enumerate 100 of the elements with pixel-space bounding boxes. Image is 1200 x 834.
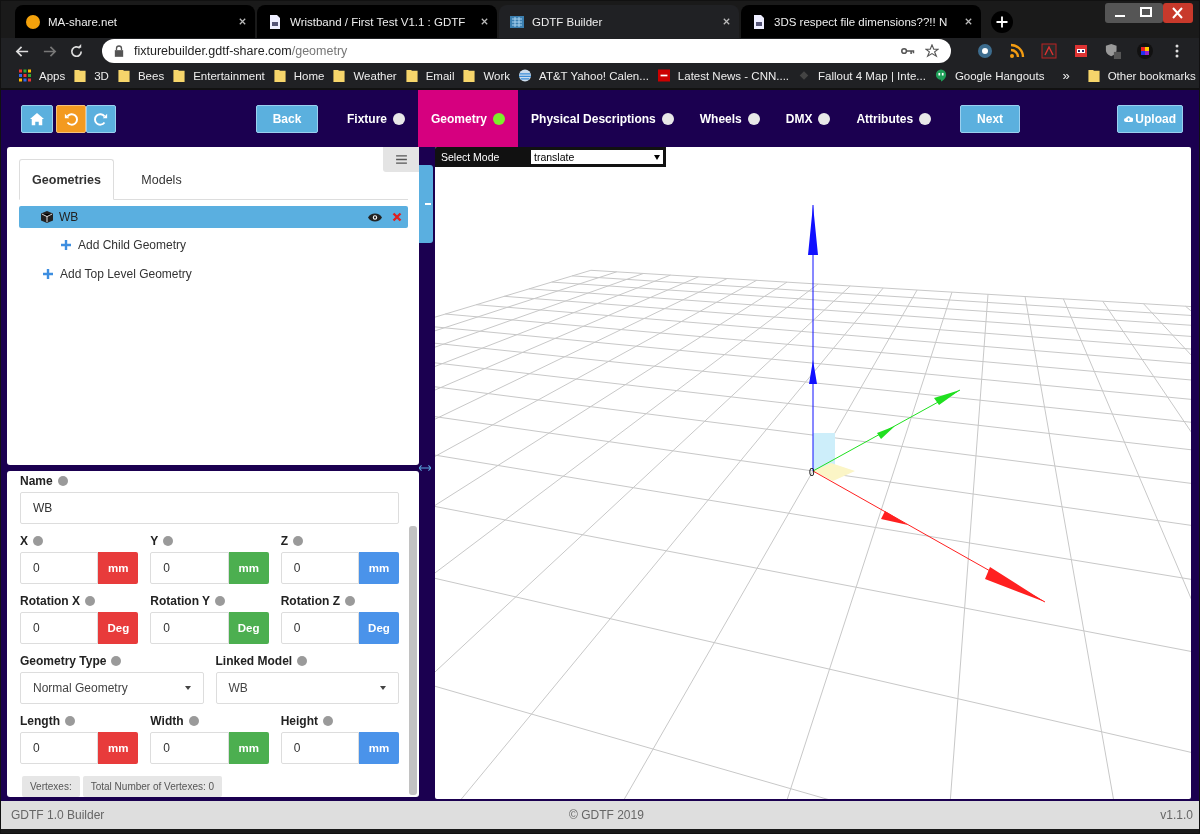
browser-tab[interactable]: 3DS respect file dimensions??!! N — [741, 5, 981, 39]
chat-bubble-icon — [934, 69, 947, 83]
document-icon — [267, 13, 283, 30]
menu-icon — [395, 155, 407, 164]
vertex-label: Vertexes: — [22, 776, 80, 797]
number-field[interactable]: 0 — [20, 552, 99, 584]
menu-button[interactable] — [383, 147, 419, 172]
field-label: Geometry Type — [20, 654, 107, 668]
unit-label: mm — [98, 552, 139, 584]
info-icon — [111, 656, 122, 666]
star-icon[interactable] — [925, 44, 939, 59]
bookmark[interactable]: Work — [463, 69, 511, 83]
status-dot — [493, 112, 506, 125]
profile-avatar-icon[interactable] — [1137, 43, 1153, 60]
tree-item[interactable]: WB — [19, 206, 408, 228]
add-top-level-link[interactable]: Add Top Level Geometry — [19, 264, 408, 284]
field-label: Z — [280, 534, 288, 548]
unit-label: Deg — [228, 612, 269, 644]
origin-label: 0 — [809, 467, 815, 478]
caret-icon — [380, 686, 386, 690]
folder-icon — [273, 69, 286, 83]
panel-tab[interactable]: Models — [114, 159, 209, 200]
bookmark[interactable]: Home — [273, 69, 325, 83]
new-tab-icon[interactable] — [991, 11, 1013, 34]
undo-button[interactable] — [56, 104, 86, 133]
number-field[interactable]: 0 — [150, 612, 229, 644]
step-tab[interactable]: DMX — [772, 90, 844, 147]
number-field[interactable]: 0 — [280, 552, 359, 584]
unit-label: mm — [359, 552, 399, 584]
news-logo-icon — [657, 69, 670, 83]
resize-handle-icon[interactable] — [419, 465, 431, 471]
rss-icon[interactable] — [1009, 43, 1025, 60]
number-field[interactable]: 0 — [280, 612, 359, 644]
pdf-extension-icon[interactable] — [1041, 43, 1057, 60]
address-bar[interactable]: fixturebuilder.gdtf-share.com/geometry — [102, 39, 951, 64]
bookmark[interactable]: Bees — [117, 69, 165, 83]
add-child-link[interactable]: Add Child Geometry — [19, 235, 408, 255]
close-icon[interactable] — [238, 17, 247, 27]
reload-icon[interactable] — [69, 43, 84, 59]
step-tab[interactable]: Attributes — [843, 90, 945, 147]
plus-icon — [43, 269, 53, 279]
bookmark[interactable]: Fallout 4 Map | Inte... — [798, 69, 926, 83]
bookmark[interactable]: Google Hangouts — [934, 69, 1045, 83]
grid-logo-icon — [509, 13, 525, 30]
bookmark[interactable]: Latest News - CNN.... — [657, 69, 790, 83]
number-field[interactable]: 0 — [280, 732, 359, 764]
info-icon — [188, 716, 199, 726]
close-icon[interactable] — [480, 17, 489, 27]
folder-icon — [405, 69, 418, 83]
close-icon[interactable] — [964, 17, 973, 27]
pixel-character-icon[interactable] — [1073, 43, 1089, 60]
viewport-canvas[interactable]: Select Mode translate 0 — [435, 147, 1191, 799]
document-icon — [751, 13, 767, 30]
bookmark[interactable]: 3D — [74, 69, 109, 83]
browser-tab[interactable]: GDTF Builder — [499, 5, 739, 39]
number-field[interactable]: 0 — [150, 732, 229, 764]
status-dot — [818, 112, 831, 125]
close-icon[interactable] — [722, 17, 731, 27]
eye-icon[interactable] — [368, 212, 382, 222]
window-controls-drawing[interactable] — [1105, 3, 1193, 23]
shield-extension-icon[interactable] — [977, 43, 993, 60]
status-dot — [747, 112, 760, 125]
browser-tab[interactable]: MA-share.net — [15, 5, 255, 39]
step-tab[interactable]: Wheels — [686, 90, 773, 147]
bookmark[interactable]: Weather — [333, 69, 397, 83]
dropdown[interactable]: Normal Geometry — [20, 672, 204, 704]
bookmark[interactable]: Entertainment — [173, 69, 265, 83]
info-icon — [163, 536, 174, 546]
mode-dropdown[interactable]: translate — [531, 150, 663, 164]
bookmark[interactable]: Other bookmarks — [1087, 69, 1196, 83]
unit-label: Deg — [98, 612, 139, 644]
bookmark[interactable]: Email — [405, 69, 455, 83]
info-icon — [297, 656, 308, 666]
app-name: GDTF 1.0 Builder — [11, 808, 106, 822]
bookmark[interactable]: Apps — [19, 69, 66, 83]
panel-tab[interactable]: Geometries — [19, 159, 114, 200]
scrollbar[interactable] — [409, 526, 417, 795]
info-icon — [57, 476, 68, 486]
step-tab[interactable]: Fixture — [334, 90, 418, 147]
number-field[interactable]: 0 — [20, 612, 99, 644]
copyright-text: © GDTF 2019 — [569, 808, 645, 822]
step-tab[interactable]: Geometry — [418, 90, 519, 147]
unit-label: mm — [228, 552, 269, 584]
dropdown[interactable]: WB — [215, 672, 399, 704]
step-tab[interactable]: Physical Descriptions — [518, 90, 687, 147]
name-field[interactable]: WB — [20, 492, 399, 524]
status-dot — [393, 112, 405, 125]
number-field[interactable]: 0 — [20, 732, 99, 764]
undo-icon — [64, 111, 78, 126]
field-label: Rotation Z — [280, 594, 340, 608]
redo-button[interactable] — [86, 104, 116, 133]
shield-badge-icon[interactable] — [1105, 43, 1121, 60]
info-icon — [215, 596, 226, 606]
home-button[interactable] — [21, 104, 53, 133]
number-field[interactable]: 0 — [150, 552, 229, 584]
more-bookmarks-chevron[interactable]: » — [1062, 68, 1070, 84]
bookmark[interactable]: AT&T Yahoo! Calen... — [519, 69, 649, 83]
field-label: Width — [150, 714, 184, 728]
browser-tab[interactable]: Wristband / First Test V1.1 : GDTF — [257, 5, 497, 39]
unit-label: Deg — [359, 612, 399, 644]
